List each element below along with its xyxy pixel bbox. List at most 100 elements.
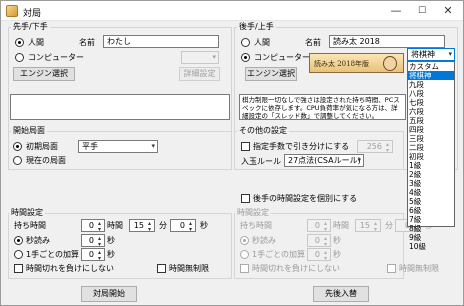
gote-mochi-label: 持ち時間	[240, 221, 272, 230]
sente-unlimited-label: 時間無制限	[169, 264, 209, 273]
sente-byoyomi-radio[interactable]	[14, 236, 23, 245]
sente-increment-radio[interactable]	[14, 250, 23, 259]
sente-hours-stepper[interactable]: 0	[81, 219, 105, 232]
handicap-select-value: 平手	[82, 142, 98, 151]
level-option[interactable]: 将棋神	[408, 71, 454, 80]
level-option[interactable]: 1級	[408, 161, 454, 170]
close-button[interactable]: ✕	[435, 1, 461, 21]
sente-no-timeout-lose-checkbox[interactable]	[14, 264, 23, 273]
level-option[interactable]: 六段	[408, 107, 454, 116]
sente-minutes-stepper[interactable]: 15	[129, 219, 155, 232]
gote-minutes-unit: 分	[385, 221, 393, 230]
initial-position-radio[interactable]	[13, 142, 22, 151]
engine-banner-text: 読み太 2018年版	[314, 60, 370, 68]
gote-unlimited-label: 時間無制限	[399, 264, 439, 273]
gote-byoyomi-unit: 秒	[333, 236, 341, 245]
engine-mascot-icon	[383, 56, 397, 71]
level-option[interactable]: 2級	[408, 170, 454, 179]
gote-computer-radio[interactable]	[241, 53, 250, 62]
level-dropdown-list: カスタム 将棋神 九段 八段 七段 六段 五段 四段 三段 二段 初段 1級 2級 3級 4級 5級 6級 7級 8…	[407, 61, 455, 251]
entering-king-value: 27点法(CSAルール)	[288, 156, 361, 165]
maximize-button[interactable]: ☐	[409, 1, 435, 21]
level-option[interactable]: 九段	[408, 80, 454, 89]
sente-computer-label: コンピューター	[28, 53, 84, 62]
start-position-title: 開始局面	[11, 126, 47, 136]
gote-hours-stepper: 0	[307, 219, 331, 232]
entering-king-select[interactable]: 27点法(CSAルール) ▾	[284, 154, 364, 167]
level-option[interactable]: 6級	[408, 206, 454, 215]
sente-seconds-unit: 秒	[200, 221, 208, 230]
sente-name-label: 名前	[79, 38, 95, 47]
level-option[interactable]: 八段	[408, 89, 454, 98]
level-option[interactable]: 四段	[408, 125, 454, 134]
sente-byoyomi-unit: 秒	[107, 236, 115, 245]
level-option[interactable]: 10級	[408, 242, 454, 251]
sente-computer-radio[interactable]	[15, 53, 24, 62]
gote-level-select-value: 将棋神	[411, 50, 435, 59]
entering-king-label: 入玉ルール	[241, 157, 281, 166]
sente-mochi-label: 持ち時間	[14, 221, 46, 230]
chevron-down-icon: ▾	[151, 142, 155, 150]
level-option[interactable]: 二段	[408, 143, 454, 152]
swap-sides-button[interactable]: 先後入替	[313, 286, 369, 302]
draw-moves-checkbox[interactable]	[241, 142, 250, 151]
gote-human-label: 人間	[254, 38, 270, 47]
level-option[interactable]: 七段	[408, 98, 454, 107]
engine-banner: 読み太 2018年版	[309, 53, 404, 73]
sente-minutes-unit: 分	[159, 221, 167, 230]
gote-byoyomi-stepper: 0	[307, 234, 331, 247]
minimize-button[interactable]: —	[383, 1, 409, 21]
sente-detail-settings-button: 詳細設定	[179, 67, 220, 81]
level-option[interactable]: 五段	[408, 116, 454, 125]
gote-time-separate-label: 後手の時間設定を個別にする	[253, 194, 358, 203]
gote-group-title: 後手/上手	[237, 22, 276, 32]
chevron-down-icon: ▾	[448, 50, 452, 58]
gote-no-timeout-lose-label: 時間切れを負けにしない	[252, 264, 340, 273]
gote-increment-label: 1手ごとの加算	[252, 250, 306, 259]
draw-moves-stepper: 256	[357, 140, 393, 153]
gote-computer-label: コンピューター	[254, 53, 310, 62]
gote-increment-stepper: 0	[307, 248, 331, 261]
level-option[interactable]: 5級	[408, 197, 454, 206]
gote-name-input[interactable]: 読み太 2018	[329, 35, 445, 48]
sente-level-select: ▾	[181, 51, 219, 64]
level-option[interactable]: 4級	[408, 188, 454, 197]
gote-human-radio[interactable]	[241, 38, 250, 47]
level-option[interactable]: 3級	[408, 179, 454, 188]
sente-seconds-stepper[interactable]: 0	[170, 219, 196, 232]
sente-engine-select-button[interactable]: エンジン選択	[13, 67, 75, 81]
gote-unlimited-checkbox	[387, 264, 396, 273]
current-position-radio[interactable]	[13, 156, 22, 165]
gote-byoyomi-radio	[240, 236, 249, 245]
gote-engine-select-button[interactable]: エンジン選択	[245, 67, 297, 81]
gote-time-separate-checkbox[interactable]	[241, 194, 250, 203]
level-option[interactable]: 9級	[408, 233, 454, 242]
level-option[interactable]: 8級	[408, 224, 454, 233]
sente-byoyomi-label: 秒読み	[26, 236, 50, 245]
window-title: 対局	[23, 9, 42, 19]
current-position-label: 現在の局面	[26, 156, 66, 165]
handicap-select[interactable]: 平手 ▾	[78, 140, 158, 153]
gote-info-box: 棋力制限一切なしで強さは設定された持ち時間、PCスペックに依存します。CPU負荷…	[239, 94, 406, 120]
chevron-down-icon: ▾	[357, 156, 361, 164]
gote-byoyomi-label: 秒読み	[252, 236, 276, 245]
sente-unlimited-checkbox[interactable]	[157, 264, 166, 273]
gote-name-label: 名前	[305, 38, 321, 47]
level-option[interactable]: 三段	[408, 134, 454, 143]
level-option[interactable]: 初段	[408, 152, 454, 161]
sente-byoyomi-stepper[interactable]: 0	[81, 234, 105, 247]
sente-time-title: 時間設定	[9, 208, 45, 218]
gote-no-timeout-lose-checkbox	[240, 264, 249, 273]
gote-level-select[interactable]: 将棋神 ▾	[407, 48, 455, 61]
sente-no-timeout-lose-label: 時間切れを負けにしない	[26, 264, 114, 273]
level-option[interactable]: カスタム	[408, 62, 454, 71]
sente-name-input[interactable]: わたし	[103, 35, 219, 48]
game-dialog: 対局 — ☐ ✕ 先手/下手 人間 名前 わたし コンピューター ▾ エンジン選…	[0, 0, 464, 306]
level-option[interactable]: 7級	[408, 215, 454, 224]
gote-minutes-stepper: 15	[355, 219, 381, 232]
sente-increment-stepper[interactable]: 0	[81, 248, 105, 261]
other-settings-title: その他の設定	[237, 126, 289, 136]
sente-human-radio[interactable]	[15, 38, 24, 47]
gote-increment-radio	[240, 250, 249, 259]
start-game-button[interactable]: 対局開始	[81, 286, 137, 302]
